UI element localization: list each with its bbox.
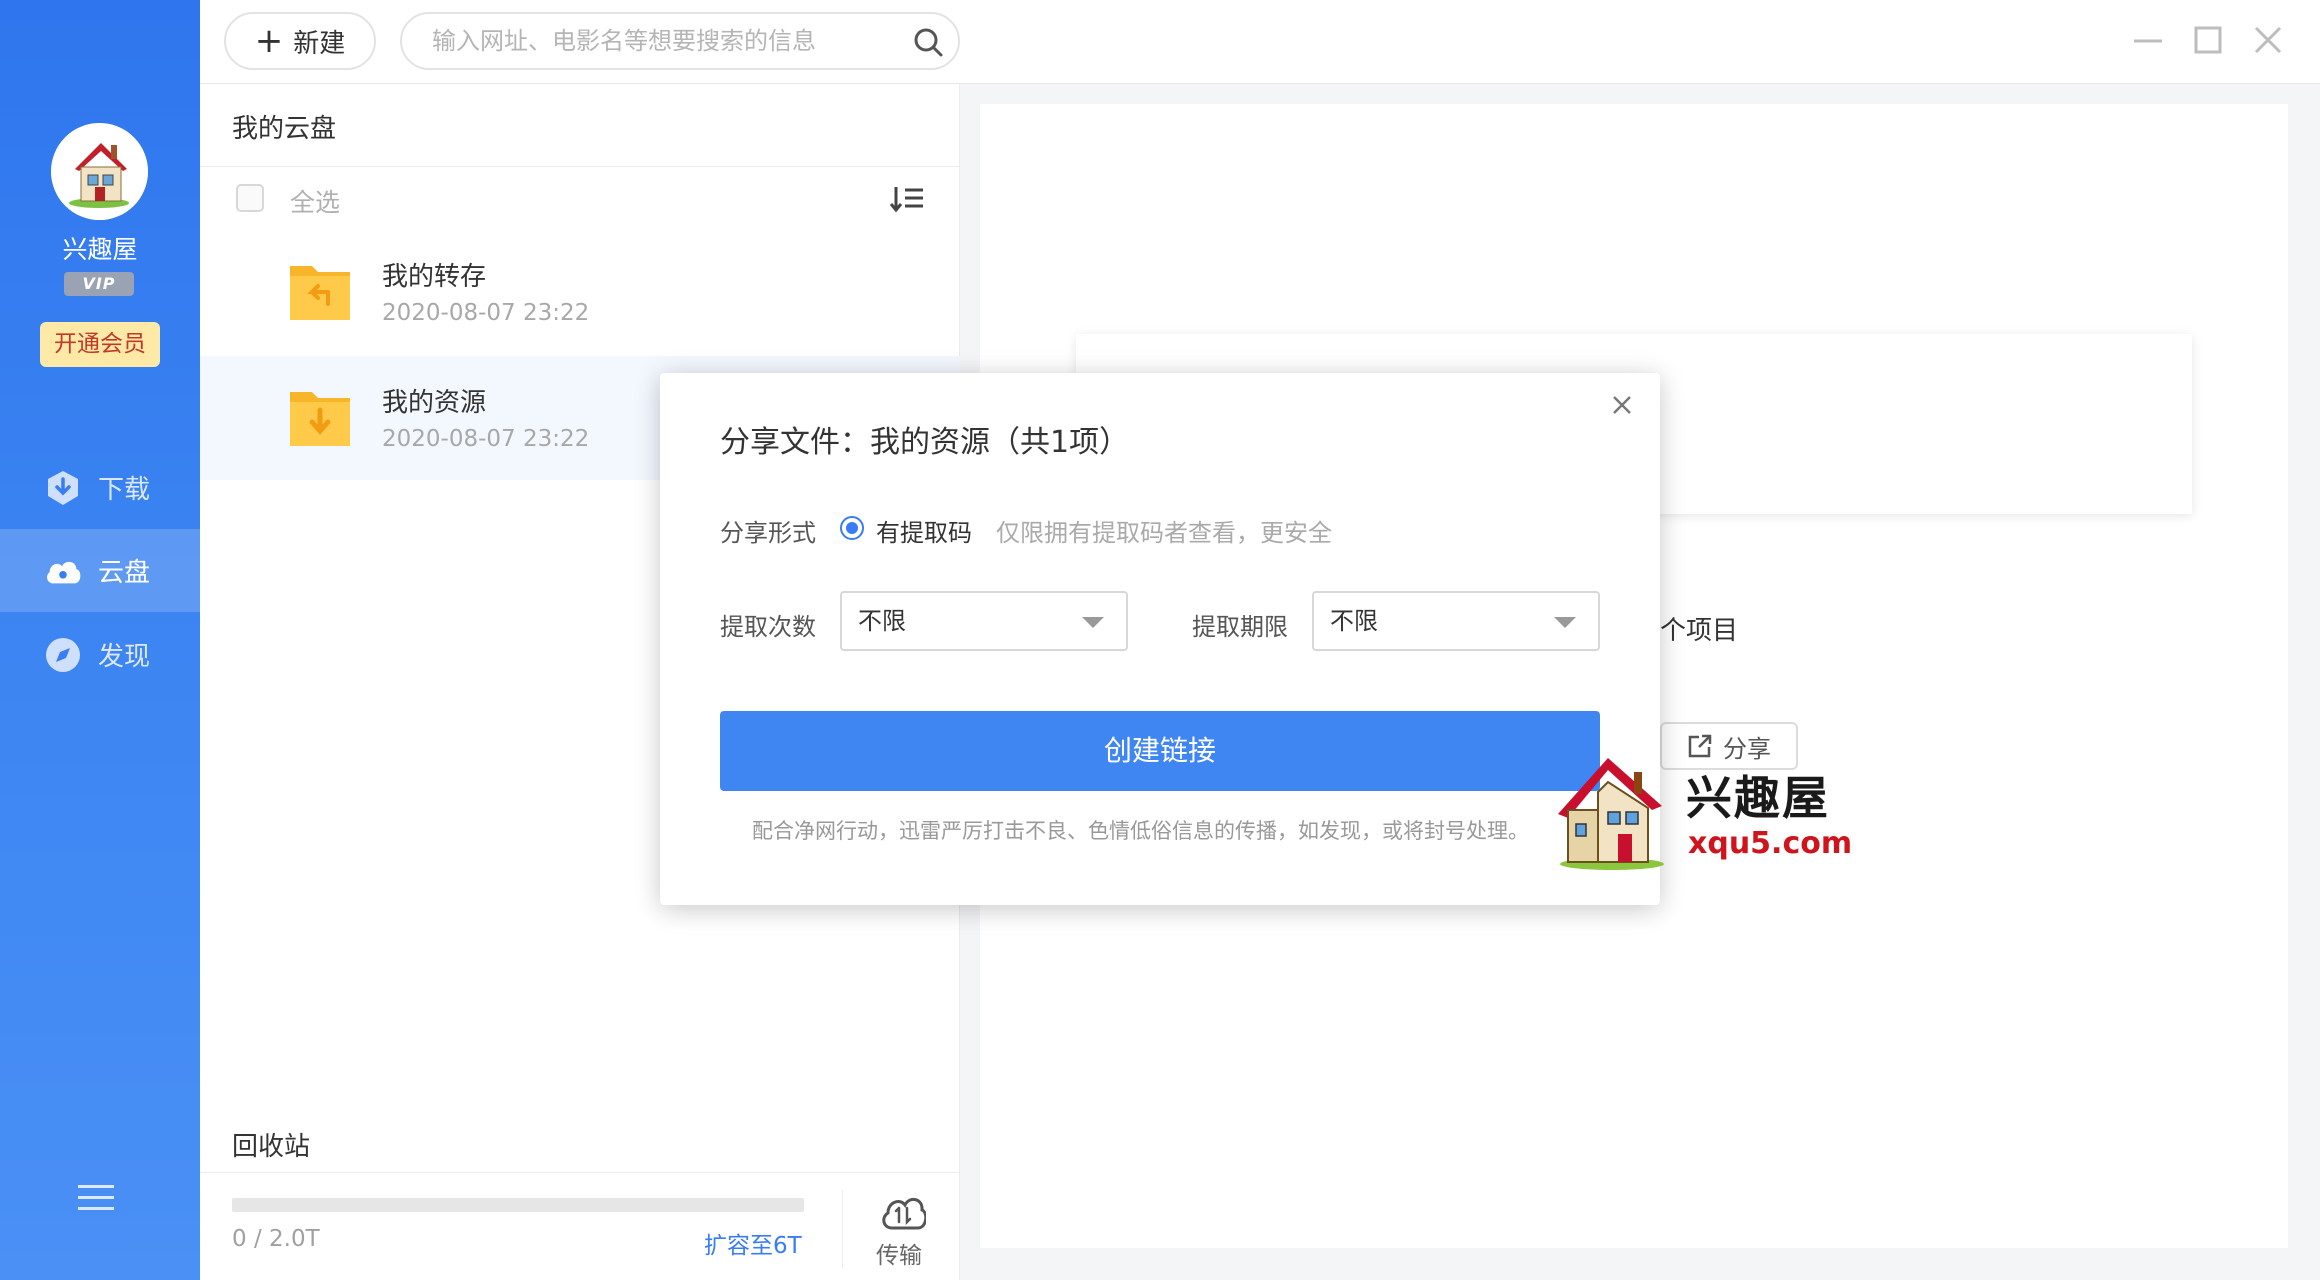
divider xyxy=(842,1190,843,1268)
count-select[interactable]: 不限 xyxy=(840,591,1128,651)
share-icon xyxy=(1688,734,1712,758)
item-count-text: 个项目 xyxy=(1660,616,1739,646)
close-icon[interactable] xyxy=(1608,391,1636,419)
notice-text: 配合净网行动，迅雷严厉打击不良、色情低俗信息的传播，如发现，或将封号处理。 xyxy=(752,819,1529,843)
file-name: 我的转存 xyxy=(382,262,487,292)
file-name: 我的资源 xyxy=(382,388,487,418)
open-membership-button[interactable]: 开通会员 xyxy=(40,322,160,367)
nav-item-discover[interactable]: 发现 xyxy=(0,613,200,696)
divider xyxy=(200,166,960,167)
folder-download-icon xyxy=(290,392,350,446)
close-window-icon[interactable] xyxy=(2250,22,2286,58)
new-button[interactable]: + 新建 xyxy=(224,12,376,70)
share-option-hint: 仅限拥有提取码者查看，更安全 xyxy=(996,519,1332,547)
search-input[interactable] xyxy=(432,22,892,60)
list-item[interactable]: 我的转存 2020-08-07 23:22 xyxy=(200,230,960,354)
dialog-title: 分享文件：我的资源（共1项） xyxy=(720,425,1130,460)
create-link-button[interactable]: 创建链接 xyxy=(720,711,1600,791)
minimize-icon[interactable] xyxy=(2130,22,2166,58)
share-form-label: 分享形式 xyxy=(720,519,816,547)
panel-title: 我的云盘 xyxy=(232,114,337,144)
chevron-down-icon xyxy=(1082,617,1104,628)
nav-item-label: 云盘 xyxy=(98,558,151,588)
storage-progress-bar xyxy=(232,1198,804,1212)
new-button-label: 新建 xyxy=(293,28,346,59)
watermark-house-logo xyxy=(1558,758,1664,870)
hamburger-menu-icon[interactable] xyxy=(78,1183,114,1213)
avatar[interactable] xyxy=(51,123,148,220)
period-label: 提取期限 xyxy=(1192,613,1288,641)
search-box xyxy=(400,12,960,70)
search-icon[interactable] xyxy=(912,26,944,58)
folder-transfer-icon xyxy=(290,266,350,320)
count-select-value: 不限 xyxy=(858,607,906,635)
expand-storage-link[interactable]: 扩容至6T xyxy=(704,1226,802,1260)
count-label: 提取次数 xyxy=(720,613,816,641)
nav-item-label: 发现 xyxy=(98,642,151,672)
transfer-label[interactable]: 传输 xyxy=(876,1236,922,1270)
select-all-label: 全选 xyxy=(290,188,341,217)
cloud-icon xyxy=(44,552,82,590)
username: 兴趣屋 xyxy=(62,235,138,264)
nav-item-cloud[interactable]: 云盘 xyxy=(0,529,200,612)
share-option-label[interactable]: 有提取码 xyxy=(876,513,972,548)
compass-icon xyxy=(44,636,82,674)
vip-badge: VIP xyxy=(64,272,134,296)
period-select-value: 不限 xyxy=(1330,607,1378,635)
nav-item-download[interactable]: 下载 xyxy=(0,446,200,529)
nav-item-label: 下载 xyxy=(98,475,151,505)
share-button-label: 分享 xyxy=(1723,734,1771,763)
house-avatar-icon xyxy=(51,123,148,220)
period-select[interactable]: 不限 xyxy=(1312,591,1600,651)
maximize-icon[interactable] xyxy=(2190,22,2226,58)
sort-icon[interactable] xyxy=(890,184,924,214)
storage-usage: 0 / 2.0T xyxy=(232,1226,320,1252)
chevron-down-icon xyxy=(1554,617,1576,628)
transfer-cloud-icon[interactable] xyxy=(880,1192,926,1232)
watermark-name: 兴趣屋 xyxy=(1686,771,1830,825)
top-bar: + 新建 xyxy=(200,0,2320,84)
vip-badge-label: VIP xyxy=(82,274,116,293)
plus-icon: + xyxy=(254,21,284,61)
divider xyxy=(200,1172,960,1173)
recycle-bin[interactable]: 回收站 xyxy=(232,1126,310,1163)
select-all-checkbox[interactable] xyxy=(236,184,264,212)
share-option-radio[interactable] xyxy=(840,516,864,540)
watermark-url: xqu5.com xyxy=(1688,826,1853,861)
file-date: 2020-08-07 23:22 xyxy=(382,300,590,326)
sidebar: 兴趣屋 VIP 开通会员 下载 云盘 发现 xyxy=(0,0,200,1280)
share-dialog: 分享文件：我的资源（共1项） 分享形式 有提取码 仅限拥有提取码者查看，更安全 … xyxy=(660,373,1660,905)
file-date: 2020-08-07 23:22 xyxy=(382,426,590,452)
download-shield-icon xyxy=(44,469,82,507)
